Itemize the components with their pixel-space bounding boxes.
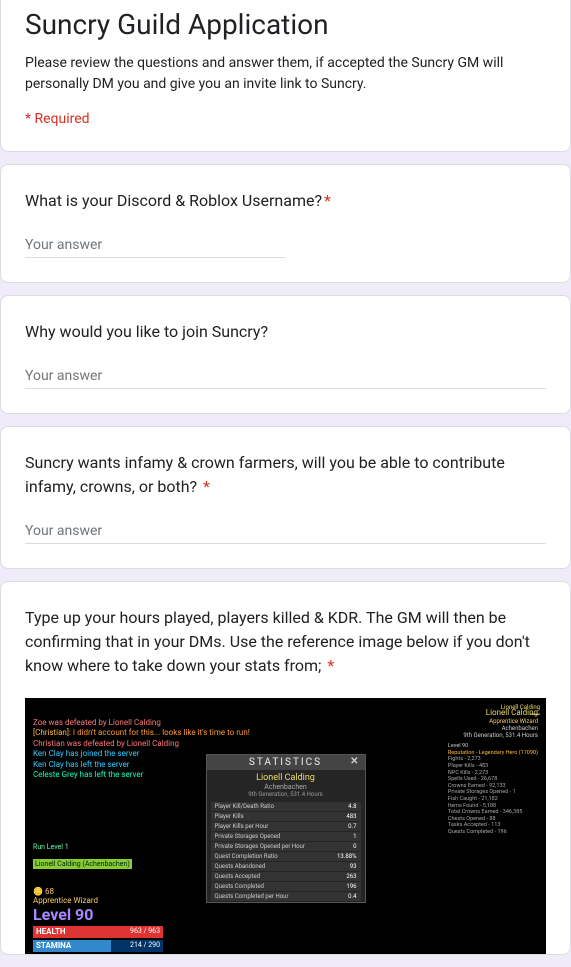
question-text-4: Type up your hours played, players kille… [25,606,546,678]
stat-row: Player Kill/Death Ratio4.8 [211,802,361,811]
game-hud: Run Level 1 Lionell Calding (Achenbachen… [33,843,163,954]
stat-row: Quests Completed196 [211,882,361,891]
required-note: * Required [25,111,546,127]
question-label: Why would you like to join Suncry? [25,322,268,341]
close-icon: ✕ [350,756,360,767]
stat-row: Quest Completion Ratio13.88% [211,852,361,861]
crowns-count: 🪙 68 [33,887,163,896]
run-level: Run Level 1 [33,843,163,851]
question-card-1: What is your Discord & Roblox Username?* [0,164,571,283]
required-asterisk: * [199,477,210,496]
level-label: Level 90 [33,905,163,924]
stamina-bar: STAMINA 214 / 290 [33,940,163,952]
stats-player-name: Lionell Calding [207,773,365,783]
contribute-input[interactable] [25,519,546,544]
right-info-panel: Lionell Calding Apprentice Wizard Achenb… [448,708,538,835]
stat-row: Player Kills483 [211,812,361,821]
health-bar: HEALTH 963 / 963 [33,926,163,938]
stat-row: Quests Completed per Hour0.4 [211,892,361,901]
stat-row: Player Kills per Hour0.7 [211,822,361,831]
statistics-panel: STATISTICS ✕ Lionell Calding Achenbachen… [206,754,366,903]
class-label: Apprentice Wizard [33,896,163,905]
stat-row: Private Storages Opened1 [211,832,361,841]
why-join-input[interactable] [25,364,546,389]
stats-header: STATISTICS ✕ [207,755,365,770]
stats-player-gen: 9th Generation, 531.4 Hours [207,791,365,798]
stat-row: Private Storages Opened per Hour0 [211,842,361,851]
question-text-1: What is your Discord & Roblox Username?* [25,189,546,213]
question-card-3: Suncry wants infamy & crown farmers, wil… [0,426,571,569]
required-asterisk: * [324,191,331,210]
question-label: Type up your hours played, players kille… [25,608,530,675]
question-text-3: Suncry wants infamy & crown farmers, wil… [25,451,546,499]
question-card-2: Why would you like to join Suncry? [0,295,571,414]
form-description: Please review the questions and answer t… [25,53,546,95]
question-text-2: Why would you like to join Suncry? [25,320,546,344]
question-card-4: Type up your hours played, players kille… [0,581,571,955]
stat-row: Quests Abandoned93 [211,862,361,871]
question-label: Suncry wants infamy & crown farmers, wil… [25,453,505,496]
stats-player-sub: Achenbachen [207,783,365,791]
question-label: What is your Discord & Roblox Username? [25,191,322,210]
name-bar: Lionell Calding (Achenbachen) [33,859,132,869]
form-title: Suncry Guild Application [25,8,546,41]
discord-roblox-input[interactable] [25,233,286,258]
required-asterisk: * [323,656,334,675]
reference-image: Lionell Calding ▬▬ Zoe was defeated by L… [25,698,546,954]
form-header-card: Suncry Guild Application Please review t… [0,0,571,152]
stat-row: Quests Accepted263 [211,872,361,881]
